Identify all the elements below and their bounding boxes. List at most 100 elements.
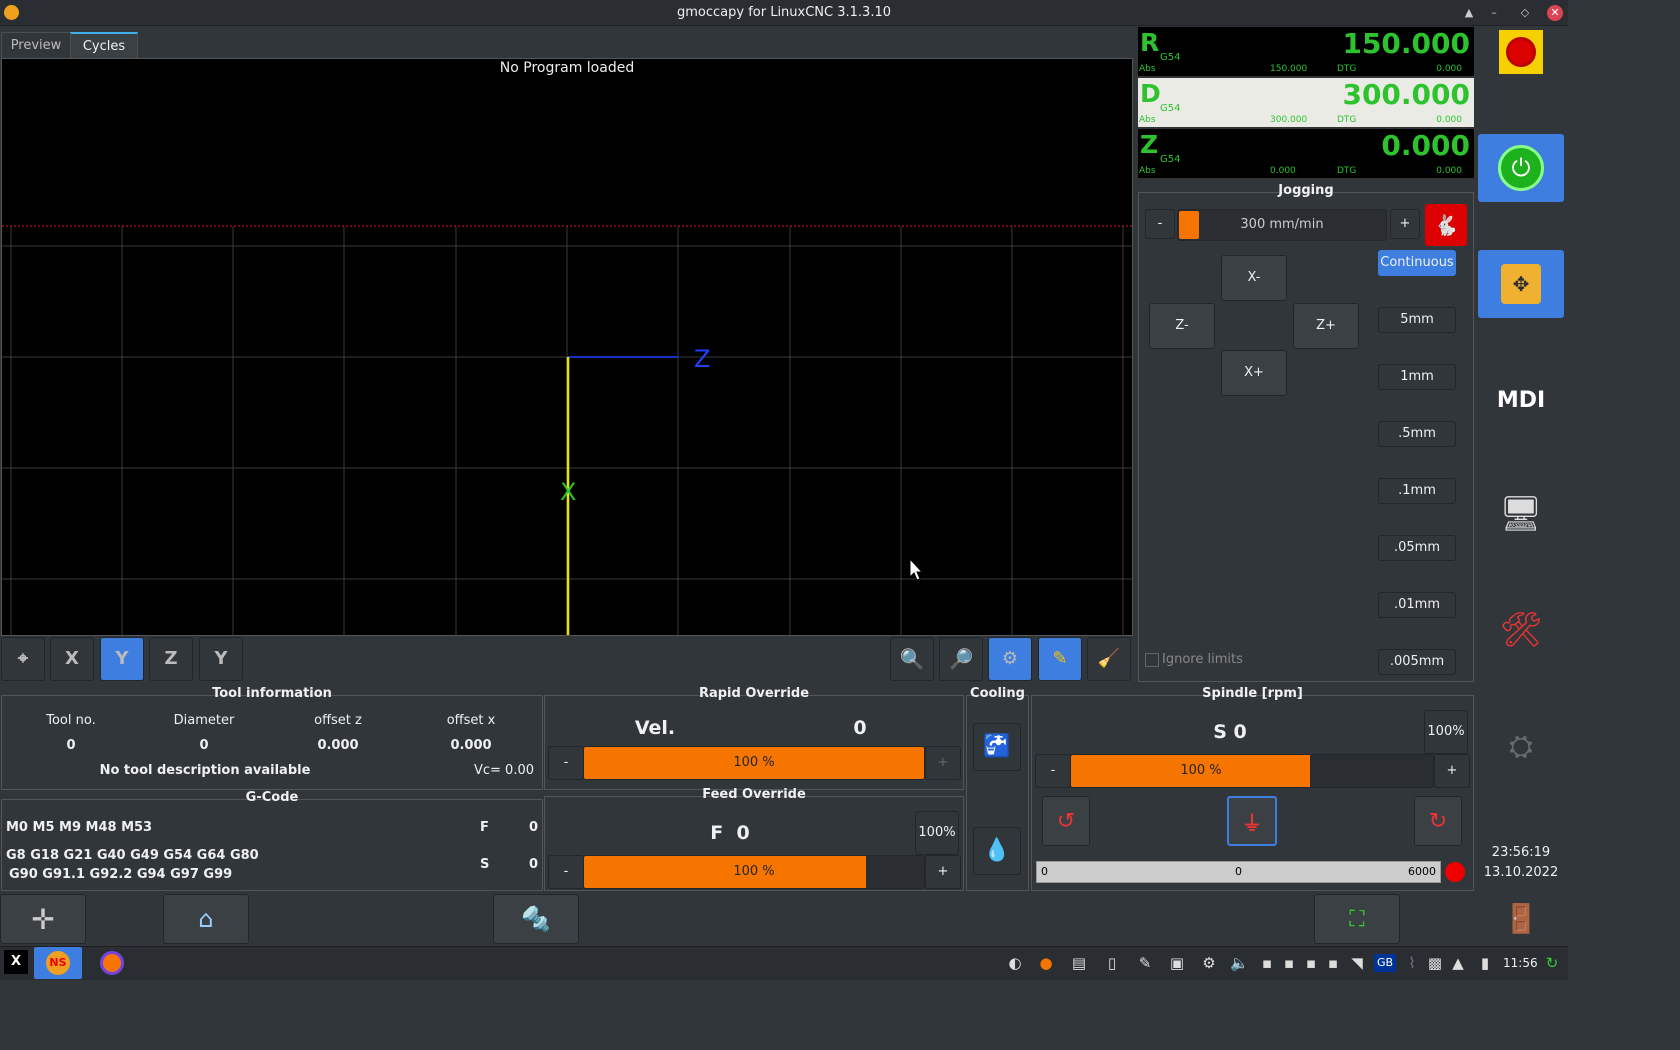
dro-z[interactable]: Z G54 0.000 Abs 0.000 DTG 0.000 [1138,129,1474,179]
tray-files-icon[interactable]: ▤ [1070,954,1088,972]
rapid-override-slider[interactable]: 100 % [583,746,925,780]
rapid-plus-button[interactable]: + [925,746,961,780]
estop-button[interactable] [1478,18,1564,86]
spindle-stop-button[interactable]: ⏚ [1227,796,1277,846]
spindle-reverse-button[interactable]: ↻ [1414,796,1462,846]
jog-increment-01mm[interactable]: .1mm [1378,478,1456,504]
jog-z-plus-button[interactable]: Z+ [1293,303,1359,349]
view-x-button[interactable]: X [50,637,94,681]
tray-firefox-icon[interactable]: ● [1037,954,1055,972]
view-y-button[interactable]: Y [100,637,144,681]
tray-settings-icon[interactable]: ⚙ [1200,954,1218,972]
flood-coolant-icon[interactable]: 🚰 [973,723,1021,771]
jog-increment-05mm[interactable]: .5mm [1378,421,1456,447]
package-icon[interactable]: ▩ [1426,954,1444,972]
clip-icon[interactable]: ⌇ [1403,954,1421,972]
zoom-out-icon[interactable]: 🔎 [939,637,983,681]
tray-workspace-icon[interactable]: ▪ [1258,954,1276,972]
ignore-limits-label: Ignore limits [1162,652,1243,667]
network-icon[interactable]: ◥ [1348,954,1366,972]
auto-mode-button[interactable]: 🖥 [1478,480,1564,548]
settings-button[interactable]: 🛠 [1478,596,1564,664]
jog-increment-0005mm[interactable]: .005mm [1378,649,1456,675]
zoom-in-icon[interactable]: 🔍 [890,637,934,681]
spindle-plus-button[interactable]: + [1434,754,1470,788]
view-y2-button[interactable]: Y [199,637,243,681]
jog-mode-icon: ✥ [1501,264,1541,304]
linuxcnc-icon: NS [46,951,70,975]
z-axis-label: Z [694,345,710,373]
x-axis-label: X [560,478,576,506]
touch-off-icon[interactable]: ⌂ [163,894,249,944]
jog-x-plus-button[interactable]: X+ [1221,350,1287,396]
tray-terminal-icon[interactable]: ▣ [1168,954,1186,972]
feed-override-slider[interactable]: 100 % [583,855,925,889]
rabbit-icon[interactable]: 🐇 [1425,204,1467,246]
jog-continuous-button[interactable]: Continuous [1378,250,1456,276]
spindle-forward-button[interactable]: ↺ [1042,796,1090,846]
jog-speed-slider[interactable]: 300 mm/min [1177,209,1387,241]
battery-icon[interactable]: ▮ [1476,954,1494,972]
ignore-limits-checkbox[interactable] [1145,653,1159,667]
power-button[interactable]: ⏻ [1478,134,1564,202]
feed-reset-button[interactable]: 100% [915,811,959,855]
tool-change-icon[interactable]: 🔩 [493,894,579,944]
spindle-override-slider[interactable]: 100 % [1070,754,1434,788]
jog-increment-005mm[interactable]: .05mm [1378,535,1456,561]
offset-z-value: 0.000 [317,738,359,753]
dro-d[interactable]: D G54 300.000 Abs 300.000 DTG 0.000 [1138,78,1474,128]
view-z-button[interactable]: Z [149,637,193,681]
volume-icon[interactable]: 🔈 [1230,954,1249,972]
spindle-minus-button[interactable]: - [1035,754,1071,788]
preview-canvas[interactable]: No Program loaded Z X [1,58,1133,636]
dro-r[interactable]: R G54 150.000 Abs 150.000 DTG 0.000 [1138,27,1474,77]
tray-workspace3-icon[interactable]: ▪ [1302,954,1320,972]
feed-minus-button[interactable]: - [548,855,584,889]
jog-speed-plus-button[interactable]: + [1390,209,1420,239]
tray-document-icon[interactable]: ▯ [1103,954,1121,972]
clock-date: 13.10.2022 [1483,865,1559,880]
spindle-reset-button[interactable]: 100% [1424,710,1468,754]
pencil-icon[interactable]: ✎ [1038,637,1082,681]
speed-label: S [480,857,490,872]
jog-speed-minus-button[interactable]: - [1145,209,1175,239]
tray-up-arrow-icon[interactable]: ▲ [1449,954,1467,972]
estop-icon [1499,30,1543,74]
dro-r-value: 150.000 [1342,27,1470,60]
jog-x-minus-button[interactable]: X- [1221,255,1287,301]
view-p-button[interactable]: ⌖ [1,637,45,681]
clock-time: 23:56:19 [1491,845,1551,860]
rapid-minus-button[interactable]: - [548,746,584,780]
window-title: gmoccapy for LinuxCNC 3.1.3.10 [676,5,891,20]
tray-workspace4-icon[interactable]: ▪ [1324,954,1342,972]
keyboard-layout-icon[interactable]: GB [1374,954,1396,972]
exit-button[interactable]: 🚪 [1478,890,1564,946]
show-machine-icon[interactable]: ⚙ [988,637,1032,681]
home-axes-icon[interactable]: ✛ [0,894,86,944]
manual-mode-button[interactable]: ✥ [1478,250,1564,318]
tray-linuxcnc-icon[interactable]: ◐ [1006,954,1024,972]
feed-label: F [480,820,489,835]
tab-cycles[interactable]: Cycles [70,32,138,59]
jog-increment-001mm[interactable]: .01mm [1378,592,1456,618]
keep-above-icon[interactable]: ▲ [1461,5,1477,21]
jog-increment-5mm[interactable]: 5mm [1378,307,1456,333]
start-menu-icon[interactable]: X [4,950,28,974]
taskbar-firefox[interactable] [88,947,136,979]
feed-value: 0 [528,820,538,835]
mdi-button[interactable]: MDI [1478,366,1564,434]
feed-plus-button[interactable]: + [925,855,961,889]
tray-workspace2-icon[interactable]: ▪ [1280,954,1298,972]
tray-editor-icon[interactable]: ✎ [1136,954,1154,972]
spindle-ccw-icon: ↺ [1056,808,1076,834]
jog-increment-1mm[interactable]: 1mm [1378,364,1456,390]
fullscreen-icon[interactable]: ⛶ [1314,894,1400,944]
clear-plot-icon[interactable]: 🧹 [1087,637,1131,681]
user-tabs-button[interactable]: ⛭ [1478,712,1564,780]
tab-preview[interactable]: Preview [1,32,71,59]
jog-z-minus-button[interactable]: Z- [1149,303,1215,349]
mist-coolant-icon[interactable]: 💧 [973,827,1021,875]
taskbar-gmoccapy[interactable]: NS [34,947,82,979]
dro-z-value: 0.000 [1381,129,1470,162]
update-icon[interactable]: ↻ [1543,954,1561,972]
